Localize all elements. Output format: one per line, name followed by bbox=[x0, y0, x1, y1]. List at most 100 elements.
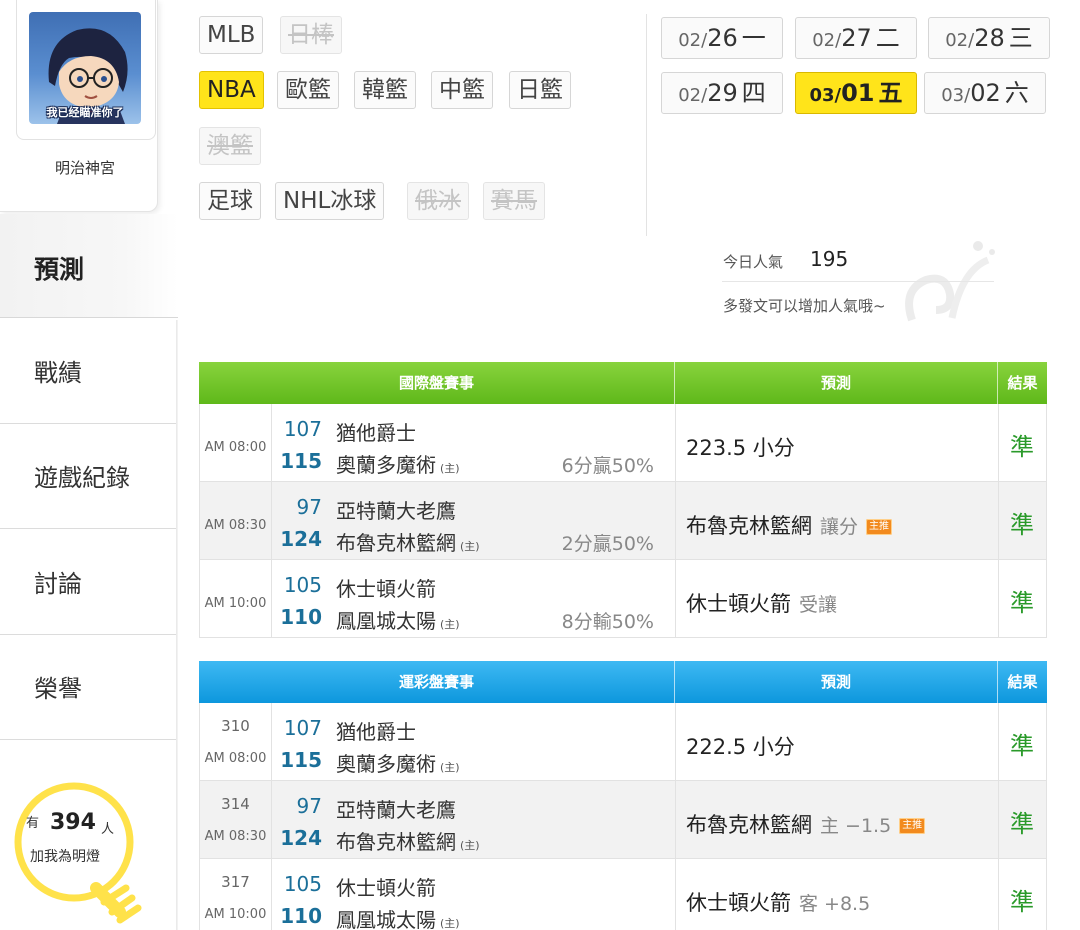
away-score: 107 bbox=[283, 417, 322, 441]
away-score: 105 bbox=[283, 872, 322, 896]
category-khl: 俄冰 bbox=[407, 182, 469, 220]
away-team[interactable]: 猶他爵士 bbox=[336, 417, 416, 446]
avatar[interactable]: 我已经瞄准你了 bbox=[29, 12, 141, 124]
cell-divider bbox=[675, 560, 676, 638]
bulb-unit: 人 bbox=[101, 822, 115, 837]
home-team-cell[interactable]: 布魯克林籃網 (主) bbox=[336, 826, 480, 855]
table-row[interactable]: AM 10:00 105 休士頓火箭 110 鳳凰城太陽 (主) 8分輸50% 休… bbox=[199, 560, 1047, 638]
prediction-cell: 休士頓火箭客 +8.5 bbox=[686, 887, 870, 917]
category-nhl[interactable]: NHL冰球 bbox=[275, 182, 385, 220]
popularity-label: 今日人氣 bbox=[723, 253, 784, 271]
prediction-note: 客 +8.5 bbox=[799, 893, 871, 915]
away-team[interactable]: 亞特蘭大老鷹 bbox=[336, 794, 456, 823]
home-mark: (主) bbox=[440, 462, 460, 475]
bulb-prefix: 有 bbox=[26, 816, 40, 831]
game-code: 317 bbox=[221, 873, 250, 891]
nav-item-record[interactable]: 戰績 bbox=[0, 319, 178, 424]
date-day: 01 bbox=[841, 79, 875, 107]
date-tab-0228[interactable]: 02/28 三 bbox=[928, 17, 1050, 59]
prediction-text: 223.5 小分 bbox=[686, 436, 795, 460]
home-team-cell[interactable]: 布魯克林籃網 (主) bbox=[336, 527, 480, 556]
home-team-cell[interactable]: 鳳凰城太陽 (主) bbox=[336, 605, 460, 634]
date-tab-0227[interactable]: 02/27 二 bbox=[795, 17, 917, 59]
game-time: AM 10:00 bbox=[204, 907, 267, 922]
sidebar: 我已经瞄准你了 明治神宮 預測 戰績 遊戲紀錄 討論 榮譽 有 394 人 加我… bbox=[0, 0, 178, 930]
date-tab-0229[interactable]: 02/29 四 bbox=[661, 72, 783, 114]
nav-item-discussion[interactable]: 討論 bbox=[0, 530, 178, 635]
cell-divider bbox=[675, 703, 676, 781]
table-row[interactable]: 310 AM 08:00 107 猶他爵士 115 奧蘭多魔術 (主) 222.5… bbox=[199, 703, 1047, 781]
date-month: 02/ bbox=[678, 85, 708, 106]
game-time: AM 08:30 bbox=[204, 829, 267, 844]
spread-result: 6分贏50% bbox=[561, 455, 654, 477]
header-result: 結果 bbox=[1007, 673, 1038, 691]
table-row[interactable]: 314 AM 08:30 97 亞特蘭大老鷹 124 布魯克林籃網 (主) 布魯克… bbox=[199, 781, 1047, 859]
date-weekday: 二 bbox=[875, 24, 900, 52]
home-mark: (主) bbox=[460, 839, 480, 852]
avatar-frame[interactable]: 我已经瞄准你了 bbox=[16, 0, 156, 140]
nav-item-game-history[interactable]: 遊戲紀錄 bbox=[0, 424, 178, 529]
away-team[interactable]: 亞特蘭大老鷹 bbox=[336, 495, 456, 524]
prediction-cell: 休士頓火箭 受讓 bbox=[686, 588, 837, 618]
nav-item-label: 遊戲紀錄 bbox=[34, 464, 130, 492]
date-day: 02 bbox=[970, 79, 1001, 107]
result-text: 準 bbox=[1010, 433, 1034, 461]
nav-item-label: 榮譽 bbox=[34, 675, 82, 703]
date-month: 02/ bbox=[812, 30, 842, 51]
away-team[interactable]: 休士頓火箭 bbox=[336, 872, 436, 901]
table-row[interactable]: AM 08:00 107 猶他爵士 115 奧蘭多魔術 (主) 6分贏50% 22… bbox=[199, 404, 1047, 482]
username[interactable]: 明治神宮 bbox=[0, 157, 170, 178]
category-korea-basketball[interactable]: 韓籃 bbox=[354, 71, 416, 109]
category-nba[interactable]: NBA bbox=[199, 71, 264, 109]
home-mark: (主) bbox=[440, 917, 460, 930]
prediction-text: 222.5 小分 bbox=[686, 735, 795, 759]
prediction-text: 布魯克林籃網 bbox=[686, 813, 812, 837]
date-day: 26 bbox=[707, 24, 738, 52]
sidebar-edge bbox=[176, 320, 178, 930]
home-team-cell[interactable]: 鳳凰城太陽 (主) bbox=[336, 904, 460, 930]
date-month: 03/ bbox=[941, 85, 971, 106]
game-code: 314 bbox=[221, 795, 250, 813]
date-tab-0301[interactable]: 03/01 五 bbox=[795, 72, 917, 114]
game-time: AM 08:00 bbox=[204, 751, 267, 766]
date-day: 27 bbox=[841, 24, 872, 52]
nav-item-honor[interactable]: 榮譽 bbox=[0, 635, 178, 740]
prediction-cell: 222.5 小分 bbox=[686, 731, 795, 761]
spread-result: 2分贏50% bbox=[561, 533, 654, 555]
prediction-note: 讓分 bbox=[820, 516, 859, 538]
home-team: 布魯克林籃網 bbox=[336, 531, 456, 555]
home-team-cell[interactable]: 奧蘭多魔術 (主) bbox=[336, 748, 460, 777]
category-china-basketball[interactable]: 中籃 bbox=[431, 71, 493, 109]
spread-result: 8分輸50% bbox=[561, 611, 654, 633]
home-team: 鳳凰城太陽 bbox=[336, 609, 436, 633]
away-team[interactable]: 休士頓火箭 bbox=[336, 573, 436, 602]
home-team: 奧蘭多魔術 bbox=[336, 453, 436, 477]
category-mlb[interactable]: MLB bbox=[199, 16, 264, 54]
prediction-note: 主 −1.5 bbox=[820, 815, 892, 837]
result-text: 準 bbox=[1010, 810, 1034, 838]
table-row[interactable]: 317 AM 10:00 105 休士頓火箭 110 鳳凰城太陽 (主) 休士頓火… bbox=[199, 859, 1047, 930]
home-mark: (主) bbox=[460, 540, 480, 553]
date-month: 03/ bbox=[809, 85, 842, 106]
away-score: 97 bbox=[296, 495, 322, 519]
header-event: 國際盤賽事 bbox=[398, 374, 474, 392]
bulb-caption: 加我為明燈 bbox=[30, 849, 100, 865]
header-event: 運彩盤賽事 bbox=[398, 673, 474, 691]
home-mark: (主) bbox=[440, 761, 460, 774]
follower-count: 394 bbox=[50, 810, 96, 835]
date-month: 02/ bbox=[678, 30, 708, 51]
nav-item-prediction[interactable]: 預測 bbox=[0, 214, 178, 318]
header-prediction: 預測 bbox=[820, 374, 851, 392]
category-japan-basketball[interactable]: 日籃 bbox=[509, 71, 571, 109]
category-euro-basketball[interactable]: 歐籃 bbox=[277, 71, 339, 109]
home-team: 奧蘭多魔術 bbox=[336, 752, 436, 776]
home-team-cell[interactable]: 奧蘭多魔術 (主) bbox=[336, 449, 460, 478]
header-divider bbox=[646, 14, 647, 236]
date-tab-0226[interactable]: 02/26 一 bbox=[661, 17, 783, 59]
away-team[interactable]: 猶他爵士 bbox=[336, 716, 416, 745]
home-score: 124 bbox=[280, 826, 322, 850]
table-row[interactable]: AM 08:30 97 亞特蘭大老鷹 124 布魯克林籃網 (主) 2分贏50% … bbox=[199, 482, 1047, 560]
date-tab-0302[interactable]: 03/02 六 bbox=[924, 72, 1046, 114]
nav-item-label: 預測 bbox=[34, 255, 85, 284]
category-soccer[interactable]: 足球 bbox=[199, 182, 261, 220]
